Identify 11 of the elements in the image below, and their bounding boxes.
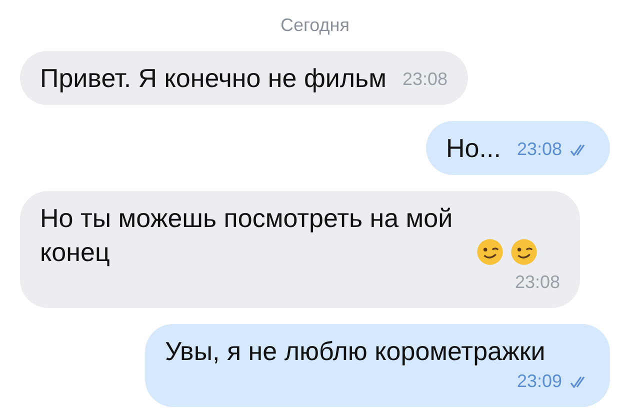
- wink-emoji-icon: [476, 238, 504, 266]
- message-text: Но ты можешь посмотреть на мой конец: [40, 202, 454, 269]
- wink-emoji-icon: [510, 238, 538, 266]
- message-time: 23:08: [514, 271, 560, 294]
- date-separator: Сегодня: [280, 14, 350, 37]
- message-time: 23:09: [516, 370, 562, 393]
- message-text: Привет. Я конечно не фильм: [40, 62, 386, 95]
- message-time: 23:08: [402, 68, 448, 91]
- message-text: Увы, я не люблю корометражки: [165, 335, 546, 368]
- message-time: 23:08: [516, 138, 562, 161]
- message-text: Но...: [446, 132, 501, 165]
